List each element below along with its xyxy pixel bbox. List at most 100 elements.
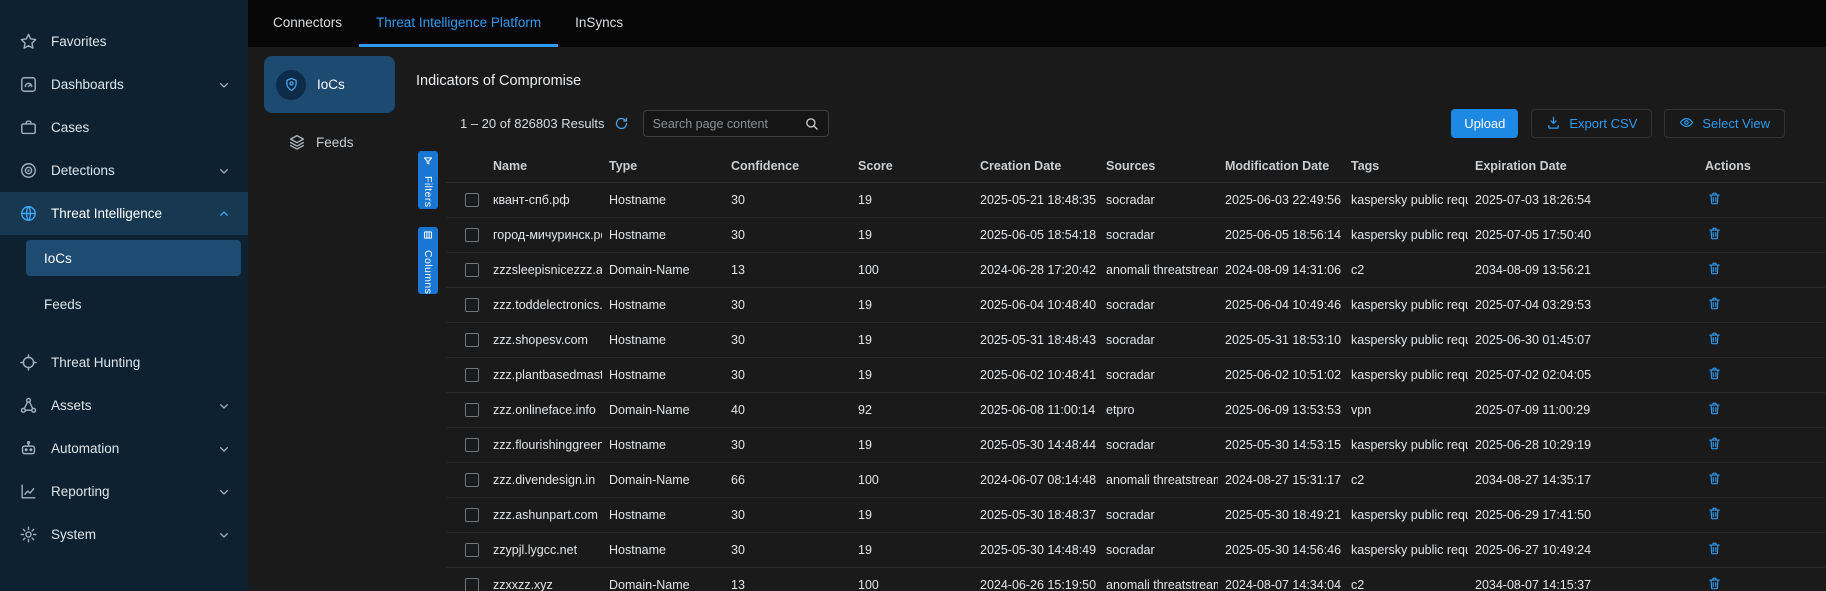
- row-checkbox[interactable]: [465, 193, 479, 207]
- search-icon[interactable]: [804, 116, 819, 131]
- sidebar-item-label: Reporting: [51, 484, 110, 499]
- checkbox-cell: [446, 183, 486, 218]
- row-checkbox[interactable]: [465, 508, 479, 522]
- ioc-shield-icon: [276, 70, 306, 100]
- sidebar-item-threat-intelligence[interactable]: Threat Intelligence: [0, 192, 248, 235]
- tab-insyncs[interactable]: InSyncs: [558, 0, 640, 47]
- filters-tab-label: Filters: [422, 176, 434, 207]
- cell-confidence: 30: [724, 533, 851, 568]
- row-checkbox[interactable]: [465, 228, 479, 242]
- search-input[interactable]: [653, 117, 798, 131]
- upload-button[interactable]: Upload: [1451, 109, 1518, 138]
- tab-threat-intelligence-platform[interactable]: Threat Intelligence Platform: [359, 0, 558, 47]
- delete-icon[interactable]: [1707, 576, 1722, 591]
- sidebar-item-detections[interactable]: Detections: [0, 149, 248, 192]
- cell-type: Hostname: [602, 218, 724, 253]
- actions-cell: [1690, 498, 1826, 533]
- cell-sources: socradar: [1099, 428, 1218, 463]
- row-checkbox[interactable]: [465, 438, 479, 452]
- cell-confidence: 30: [724, 358, 851, 393]
- sidebar-item-cases[interactable]: Cases: [0, 106, 248, 149]
- cell-sources: socradar: [1099, 288, 1218, 323]
- top-tab-bar: ConnectorsThreat Intelligence PlatformIn…: [248, 0, 1826, 47]
- select-column-header: [446, 150, 486, 183]
- table-zone: Filters Columns: [408, 150, 1826, 591]
- cell-type: Hostname: [602, 183, 724, 218]
- table-row: zzzsleepisnicezzz.arDomain-Name131002024…: [446, 253, 1826, 288]
- sidebar-item-reporting[interactable]: Reporting: [0, 470, 248, 513]
- table-row: zzz.toddelectronics.cHostname30192025-06…: [446, 288, 1826, 323]
- checkbox-cell: [446, 288, 486, 323]
- sidebar-item-system[interactable]: System: [0, 513, 248, 556]
- checkbox-cell: [446, 358, 486, 393]
- column-header-tags: Tags: [1344, 150, 1468, 183]
- cell-name: zzz.flourishinggreens: [486, 428, 602, 463]
- row-checkbox[interactable]: [465, 298, 479, 312]
- delete-icon[interactable]: [1707, 261, 1722, 276]
- sidebar-item-label: System: [51, 527, 96, 542]
- cell-name: zzz.toddelectronics.c: [486, 288, 602, 323]
- row-checkbox[interactable]: [465, 333, 479, 347]
- cell-tags: kaspersky public requ: [1344, 218, 1468, 253]
- subnav-item-label: Feeds: [316, 135, 354, 150]
- row-checkbox[interactable]: [465, 403, 479, 417]
- cell-confidence: 40: [724, 393, 851, 428]
- cell-type: Domain-Name: [602, 393, 724, 428]
- subnav-item-feeds[interactable]: Feeds: [288, 133, 408, 151]
- row-checkbox[interactable]: [465, 263, 479, 277]
- delete-icon[interactable]: [1707, 296, 1722, 311]
- column-header-actions: Actions: [1690, 150, 1826, 183]
- delete-icon[interactable]: [1707, 506, 1722, 521]
- filters-tab[interactable]: Filters: [418, 151, 438, 209]
- sidebar-item-label: Threat Intelligence: [51, 206, 162, 221]
- export-csv-button[interactable]: Export CSV: [1531, 109, 1652, 138]
- assets-icon: [18, 396, 38, 416]
- content-area: IoCsFeeds Indicators of Compromise 1 – 2…: [248, 47, 1826, 591]
- delete-icon[interactable]: [1707, 191, 1722, 206]
- columns-tab[interactable]: Columns: [418, 227, 438, 294]
- cell-score: 19: [851, 323, 973, 358]
- row-checkbox[interactable]: [465, 543, 479, 557]
- cell-name: zzzsleepisnicezzz.ar: [486, 253, 602, 288]
- row-checkbox[interactable]: [465, 473, 479, 487]
- cell-confidence: 30: [724, 498, 851, 533]
- cell-confidence: 13: [724, 568, 851, 591]
- cell-modification-date: 2025-06-02 10:51:02: [1218, 358, 1344, 393]
- star-icon: [18, 32, 38, 52]
- cell-confidence: 30: [724, 183, 851, 218]
- sidebar-item-favorites[interactable]: Favorites: [0, 20, 248, 63]
- subnav-item-iocs[interactable]: IoCs: [264, 56, 395, 113]
- delete-icon[interactable]: [1707, 366, 1722, 381]
- row-checkbox[interactable]: [465, 368, 479, 382]
- delete-icon[interactable]: [1707, 436, 1722, 451]
- automation-icon: [18, 439, 38, 459]
- delete-icon[interactable]: [1707, 541, 1722, 556]
- column-header-score: Score: [851, 150, 973, 183]
- sidebar-item-assets[interactable]: Assets: [0, 384, 248, 427]
- cell-confidence: 30: [724, 218, 851, 253]
- sidebar-item-iocs[interactable]: IoCs: [26, 240, 241, 276]
- select-view-button[interactable]: Select View: [1664, 109, 1785, 138]
- threat-hunting-icon: [18, 353, 38, 373]
- cell-creation-date: 2024-06-28 17:20:42: [973, 253, 1099, 288]
- toolbar: 1 – 20 of 826803 Results Upload: [408, 109, 1826, 138]
- tab-connectors[interactable]: Connectors: [256, 0, 359, 47]
- cell-confidence: 30: [724, 323, 851, 358]
- delete-icon[interactable]: [1707, 226, 1722, 241]
- delete-icon[interactable]: [1707, 401, 1722, 416]
- actions-cell: [1690, 533, 1826, 568]
- cell-score: 19: [851, 218, 973, 253]
- table-body: квант-спб.рфHostname30192025-05-21 18:48…: [446, 183, 1826, 591]
- cell-sources: socradar: [1099, 323, 1218, 358]
- row-checkbox[interactable]: [465, 578, 479, 591]
- cell-type: Hostname: [602, 428, 724, 463]
- sidebar-item-automation[interactable]: Automation: [0, 427, 248, 470]
- delete-icon[interactable]: [1707, 471, 1722, 486]
- sidebar-item-dashboards[interactable]: Dashboards: [0, 63, 248, 106]
- actions-cell: [1690, 288, 1826, 323]
- refresh-icon[interactable]: [614, 116, 629, 131]
- sidebar-item-feeds[interactable]: Feeds: [0, 281, 248, 327]
- sidebar-item-label: Favorites: [51, 34, 107, 49]
- delete-icon[interactable]: [1707, 331, 1722, 346]
- sidebar-item-threat-hunting[interactable]: Threat Hunting: [0, 341, 248, 384]
